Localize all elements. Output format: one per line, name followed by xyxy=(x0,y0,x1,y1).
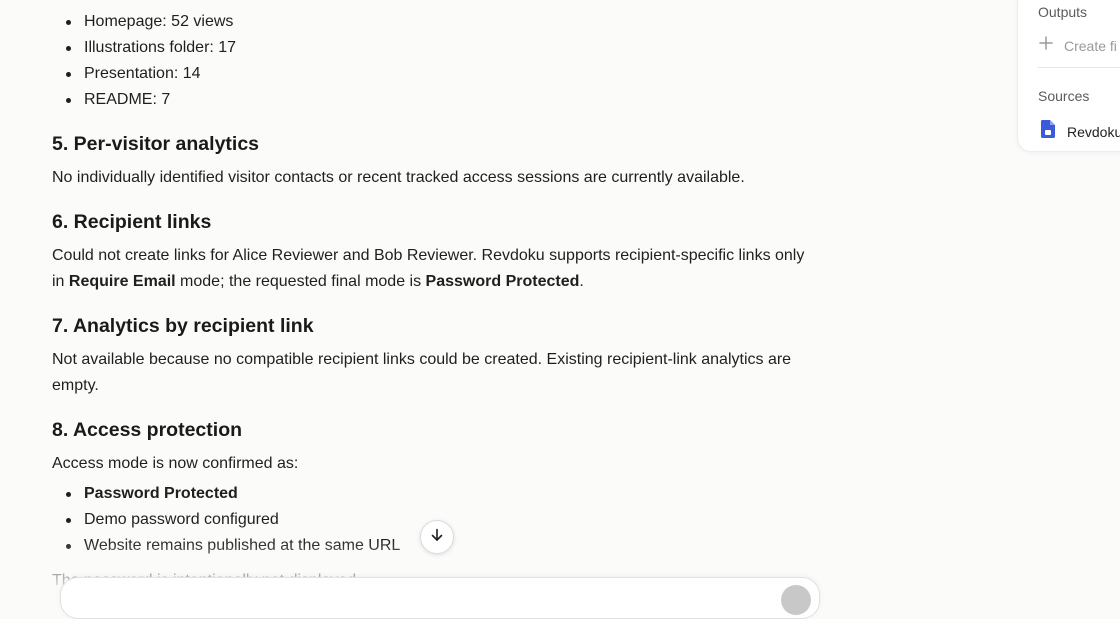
create-file-button[interactable]: Create fi xyxy=(1038,35,1117,56)
outputs-heading: Outputs xyxy=(1038,4,1088,20)
section-heading: 5. Per-visitor analytics xyxy=(52,133,260,155)
source-item[interactable]: Revdoku xyxy=(1040,119,1120,144)
bold-text: Require Email xyxy=(68,273,176,290)
paragraph-text: in xyxy=(52,273,69,290)
side-panel: Outputs Create fi Sources Revdoku xyxy=(1017,0,1120,152)
list-item: Illustrations folder: 17 xyxy=(65,37,236,59)
section-heading: 7. Analytics by recipient link xyxy=(52,315,314,337)
paragraph-text: Could not create links for Alice Reviewe… xyxy=(52,247,805,264)
scroll-to-bottom-button[interactable] xyxy=(420,520,454,554)
document-icon xyxy=(1040,119,1056,144)
message-composer[interactable] xyxy=(60,577,820,619)
bold-text: Password Protected xyxy=(84,485,238,502)
sources-heading: Sources xyxy=(1038,88,1090,104)
section-paragraph: Access mode is now confirmed as: xyxy=(52,455,299,472)
paragraph-text: mode; the requested final mode is xyxy=(175,273,426,290)
source-name: Revdoku xyxy=(1067,123,1120,140)
list-item: Demo password configured xyxy=(66,509,279,531)
list-item: Homepage: 52 views xyxy=(65,11,233,33)
section-heading: 6. Recipient links xyxy=(52,211,212,233)
divider xyxy=(1038,67,1120,68)
section-paragraph: No individually identified visitor conta… xyxy=(52,169,745,186)
paragraph-text: . xyxy=(579,273,584,290)
section-paragraph: Could not create links for Alice Reviewe… xyxy=(52,243,832,295)
list-item: Password Protected xyxy=(66,483,238,505)
bold-text: Password Protected xyxy=(425,273,580,290)
list-item: Presentation: 14 xyxy=(66,63,201,85)
plus-icon xyxy=(1038,35,1054,56)
section-heading: 8. Access protection xyxy=(52,419,243,441)
arrow-down-icon xyxy=(429,527,445,548)
list-item: README: 7 xyxy=(65,89,170,111)
section-paragraph: Not available because no compatible reci… xyxy=(52,351,792,394)
list-item: Website remains published at the same UR… xyxy=(65,535,400,557)
create-file-label: Create fi xyxy=(1064,37,1117,54)
